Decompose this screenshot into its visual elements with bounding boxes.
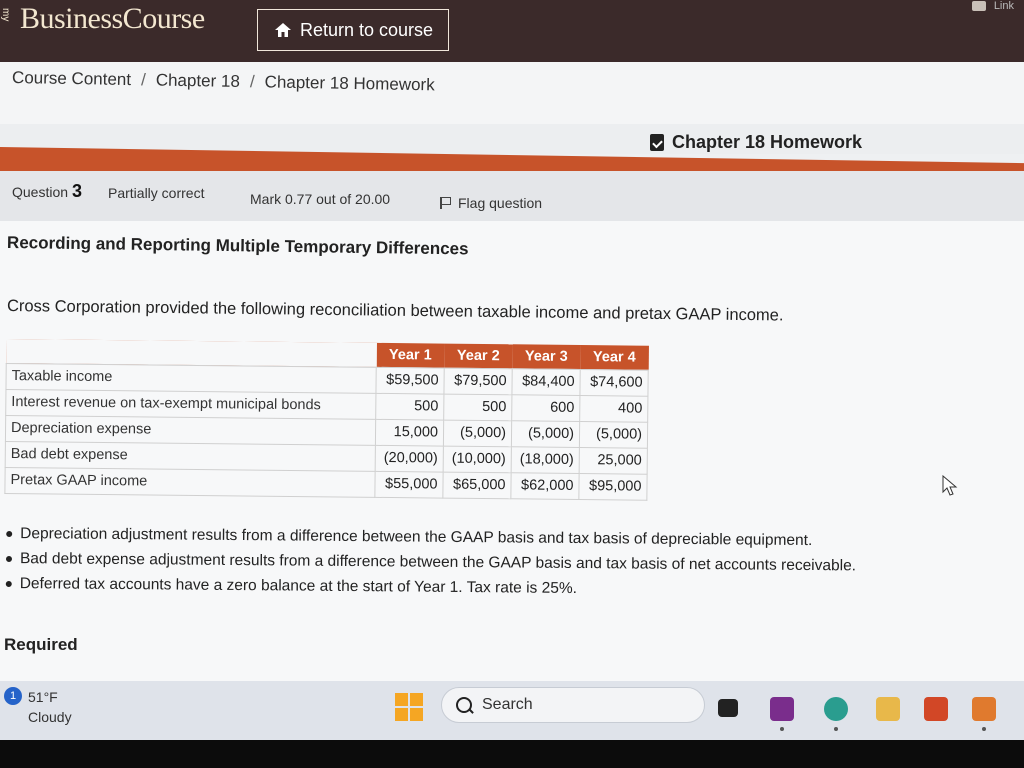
bullet-icon [5,580,12,587]
running-indicator [982,727,986,731]
reconciliation-table: Year 1 Year 2 Year 3 Year 4 Taxable inco… [4,339,649,500]
running-indicator [780,727,784,731]
search-icon [456,697,472,713]
table-cell: $79,500 [443,367,513,395]
edge-icon[interactable] [824,697,848,721]
file-explorer-icon[interactable] [876,697,900,721]
flag-question-label: Flag question [458,195,543,211]
column-header: Year 4 [592,348,636,366]
flag-question-button[interactable]: Flag question [440,195,542,211]
bullet-icon [6,530,13,537]
breadcrumb-separator: / [140,70,146,90]
table-cell: 25,000 [579,447,648,474]
task-view-icon[interactable] [718,699,738,717]
assignment-title: Chapter 18 Homework [650,132,862,153]
notes-list: Depreciation adjustment results from a d… [5,521,857,603]
question-label: Question 3 [12,181,83,201]
table-cell: 600 [511,394,580,422]
row-label: Interest revenue on tax-exempt municipal… [5,389,376,419]
row-label: Pretax GAAP income [4,466,376,497]
table-cell: $65,000 [442,471,512,499]
home-icon [275,23,291,37]
weather-widget[interactable]: 1 51°F Cloudy [4,687,72,727]
table-cell: 15,000 [375,418,444,446]
running-indicator [834,727,838,731]
office-icon[interactable] [924,697,948,721]
breadcrumb-chapter[interactable]: Chapter 18 [156,71,240,92]
table-cell: (20,000) [375,444,444,472]
brand-prefix: my [0,8,11,22]
top-navigation-bar: my BusinessCourse Return to course Link [0,0,1024,62]
brand-logo[interactable]: BusinessCourse [20,2,205,36]
question-info-bar: Question 3 Partially correct Mark 0.77 ou… [0,171,1024,221]
search-label: Search [482,696,533,713]
row-label: Taxable income [5,363,377,393]
table-cell: 400 [579,395,648,422]
required-heading: Required [4,635,78,654]
question-intro: Cross Corporation provided the following… [6,297,784,325]
return-to-course-label: Return to course [300,19,434,40]
flag-icon [440,197,452,209]
onenote-icon[interactable] [770,697,794,721]
return-to-course-button[interactable]: Return to course [257,9,449,51]
bullet-icon [5,555,13,562]
table-cell: $55,000 [374,470,444,498]
column-header: Year 2 [456,347,500,364]
question-mark: Mark 0.77 out of 20.00 [250,191,391,207]
table-cell: $62,000 [510,472,580,500]
windows-start-icon[interactable] [395,693,423,721]
question-status: Partially correct [108,185,205,201]
breadcrumb: Course Content / Chapter 18 / Chapter 18… [12,68,435,95]
table-cell: (10,000) [443,445,512,473]
table-cell: (5,000) [511,420,580,448]
breadcrumb-course-content[interactable]: Course Content [12,68,131,90]
table-cell: 500 [443,393,512,421]
linkedin-icon[interactable] [971,1,986,11]
breadcrumb-bar: Course Content / Chapter 18 / Chapter 18… [0,62,1024,125]
breadcrumb-homework[interactable]: Chapter 18 Homework [264,72,434,95]
temperature: 51°F [28,689,58,705]
question-title: Recording and Reporting Multiple Tempora… [6,233,469,259]
outlook-icon[interactable] [972,697,996,721]
screen: my BusinessCourse Return to course Link … [0,0,1024,740]
taskbar: 1 51°F Cloudy Search [0,681,1024,740]
table-row: Pretax GAAP income $55,000 $65,000 $62,0… [4,466,648,500]
table-cell: 500 [375,392,444,420]
assignment-icon [650,134,664,151]
mouse-cursor-icon [942,475,958,496]
table-cell: (18,000) [511,446,580,474]
notification-badge: 1 [4,687,22,705]
row-label: Bad debt expense [5,440,376,471]
top-right-link[interactable]: Link [994,0,1014,12]
weather-condition: Cloudy [28,709,72,725]
monitor-bezel [0,740,1024,768]
column-header: Year 1 [388,346,432,364]
table-cell: (5,000) [443,419,512,447]
table-cell: $84,400 [511,368,581,396]
table-cell: $95,000 [578,473,648,500]
taskbar-search[interactable]: Search [441,687,705,723]
table-cell: $74,600 [579,369,649,396]
row-label: Depreciation expense [5,415,376,445]
question-content: Recording and Reporting Multiple Tempora… [0,221,1024,681]
question-number: 3 [72,181,83,201]
top-right-area: Link [971,0,1014,12]
table-cell: $59,500 [375,366,445,394]
assignment-title-text: Chapter 18 Homework [672,132,863,152]
breadcrumb-separator: / [249,72,255,92]
column-header: Year 3 [524,348,568,365]
table-cell: (5,000) [579,421,648,448]
